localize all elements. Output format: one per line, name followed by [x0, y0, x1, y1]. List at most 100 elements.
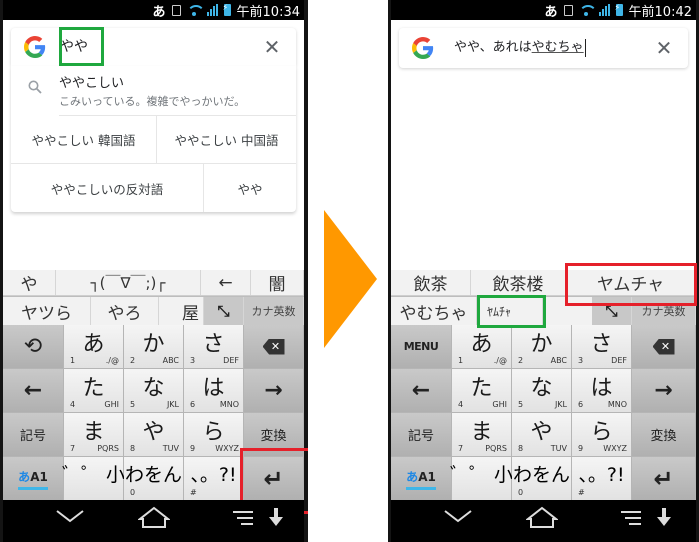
text-caret: [584, 38, 586, 57]
suggestion-description: こみいっている。複雑でやっかいだ。: [59, 95, 246, 108]
key-ka[interactable]: か 2 ABC: [124, 325, 184, 369]
input-mode-key[interactable]: あA1: [391, 457, 452, 501]
candidate[interactable]: やむちゃ: [391, 297, 477, 325]
cursor-left-key[interactable]: ←: [3, 369, 64, 413]
key-ha[interactable]: は 6 MNO: [184, 369, 244, 413]
notification-down-icon[interactable]: [269, 508, 283, 528]
hide-keyboard-button[interactable]: [55, 508, 85, 524]
undo-icon: ⟲: [23, 334, 43, 359]
search-box[interactable]: やや、あれはやむちゃ ✕: [399, 28, 688, 68]
key-na[interactable]: な 5 JKL: [124, 369, 184, 413]
phone-before: あ 午前10:34 やや ✕: [0, 0, 308, 542]
candidate[interactable]: 飲茶: [391, 270, 471, 295]
key-ta[interactable]: た 4 GHI: [452, 369, 512, 413]
clear-search-button[interactable]: ✕: [260, 35, 284, 59]
candidate[interactable]: ┐(￣∇￣;)┌: [56, 270, 201, 295]
undo-key[interactable]: ⟲: [3, 325, 64, 369]
key-ta[interactable]: た 4 GHI: [64, 369, 124, 413]
arrow-left-icon: ←: [411, 378, 431, 403]
related-chip[interactable]: ややこしいの反対語: [11, 164, 204, 212]
key-ya[interactable]: や 8 TUV: [512, 413, 572, 457]
key-wa[interactable]: わをん 0: [124, 457, 184, 501]
suggestion-title: ややこしい: [59, 76, 125, 91]
convert-key[interactable]: 変換: [632, 413, 696, 457]
key-dakuten-small[interactable]: ゛゜ 小: [62, 457, 125, 501]
navigation-bar: [391, 500, 696, 542]
key-na[interactable]: な 5 JKL: [512, 369, 572, 413]
key-a[interactable]: あ 1 ./@: [452, 325, 512, 369]
key-ha[interactable]: は 6 MNO: [572, 369, 632, 413]
symbol-key[interactable]: 記号: [391, 413, 452, 457]
highlight-candidate-halfwidth: [477, 295, 546, 328]
query-committed-text: やや、あれは: [454, 40, 532, 55]
status-bar: あ 午前10:34: [3, 0, 304, 20]
menu-button[interactable]: [233, 510, 253, 526]
search-input[interactable]: やや、あれはやむちゃ: [448, 36, 652, 60]
key-ya[interactable]: や 8 TUV: [124, 413, 184, 457]
cursor-right-key[interactable]: →: [632, 369, 696, 413]
signal-icon: [206, 4, 218, 16]
key-a[interactable]: あ 1 ./@: [64, 325, 124, 369]
key-ka[interactable]: か 2 ABC: [512, 325, 572, 369]
close-icon: ✕: [263, 35, 281, 59]
key-punctuation[interactable]: 、。?! #: [572, 457, 632, 501]
candidate[interactable]: ←: [201, 270, 251, 295]
highlight-input-box: [59, 27, 104, 66]
key-sa[interactable]: さ 3 DEF: [184, 325, 244, 369]
candidate[interactable]: や: [3, 270, 56, 295]
home-button[interactable]: [138, 506, 170, 528]
battery-icon: [615, 3, 623, 16]
suggestions-panel: ややこしい こみいっている。複雑でやっかいだ。 ややこしい 韓国語 ややこしい …: [11, 66, 296, 212]
related-chip[interactable]: ややこしい 韓国語: [11, 116, 157, 163]
highlight-candidate-katakana: [565, 263, 697, 306]
notification-down-icon[interactable]: [657, 508, 671, 528]
backspace-icon: ✕: [652, 338, 675, 355]
backspace-key[interactable]: ✕: [632, 325, 696, 369]
candidate-row: ヤツら やろ 屋 ⤡ カナ英数: [3, 297, 304, 325]
cursor-left-key[interactable]: ←: [391, 369, 452, 413]
search-box[interactable]: やや ✕: [11, 28, 296, 66]
candidate-row: や ┐(￣∇￣;)┌ ← 闇: [3, 270, 304, 296]
key-ma[interactable]: ま 7 PQRS: [64, 413, 124, 457]
candidate[interactable]: 闇: [251, 270, 304, 295]
resize-keyboard-button[interactable]: ⤡: [204, 297, 244, 325]
suggestion-item[interactable]: ややこしい こみいっている。複雑でやっかいだ。: [11, 66, 296, 116]
key-dakuten-small[interactable]: ゛゜ 小: [450, 457, 513, 501]
menu-button[interactable]: [621, 510, 641, 526]
key-ra[interactable]: ら 9 WXYZ: [572, 413, 632, 457]
ime-indicator: あ: [152, 4, 166, 20]
key-ra[interactable]: ら 9 WXYZ: [184, 413, 244, 457]
close-icon: ✕: [655, 36, 673, 60]
arrow-right-icon: →: [264, 378, 283, 403]
candidate[interactable]: やろ: [91, 297, 159, 325]
wifi-icon: [186, 4, 205, 16]
comparison-stage: あ 午前10:34 やや ✕: [0, 0, 699, 542]
signal-icon: [598, 4, 610, 16]
cursor-right-key[interactable]: →: [244, 369, 304, 413]
resize-icon: ⤡: [217, 302, 230, 320]
key-punctuation[interactable]: 、。?! #: [184, 457, 244, 501]
menu-key[interactable]: MENU: [391, 325, 452, 369]
ime-indicator: あ: [544, 4, 558, 20]
key-wa[interactable]: わをん 0: [512, 457, 572, 501]
kana-eisu-button[interactable]: カナ英数: [244, 297, 304, 325]
key-sa[interactable]: さ 3 DEF: [572, 325, 632, 369]
clear-search-button[interactable]: ✕: [652, 36, 676, 60]
candidate[interactable]: ヤツら: [3, 297, 91, 325]
hide-keyboard-button[interactable]: [443, 508, 473, 524]
symbol-key[interactable]: 記号: [3, 413, 64, 457]
google-logo-icon: [412, 37, 434, 59]
backspace-key[interactable]: ✕: [244, 325, 304, 369]
enter-key[interactable]: ↵: [632, 457, 696, 501]
related-chip[interactable]: やや: [204, 164, 296, 212]
input-mode-key[interactable]: あA1: [3, 457, 64, 501]
backspace-icon: ✕: [262, 338, 285, 355]
home-button[interactable]: [526, 506, 558, 528]
search-icon: [11, 66, 59, 94]
transition-arrow-icon: [324, 210, 377, 348]
related-row: ややこしい 韓国語 ややこしい 中国語: [11, 116, 296, 164]
related-chip[interactable]: ややこしい 中国語: [157, 116, 296, 163]
key-ma[interactable]: ま 7 PQRS: [452, 413, 512, 457]
candidate[interactable]: 屋: [159, 297, 204, 325]
candidate[interactable]: 飲茶楼: [471, 270, 566, 295]
